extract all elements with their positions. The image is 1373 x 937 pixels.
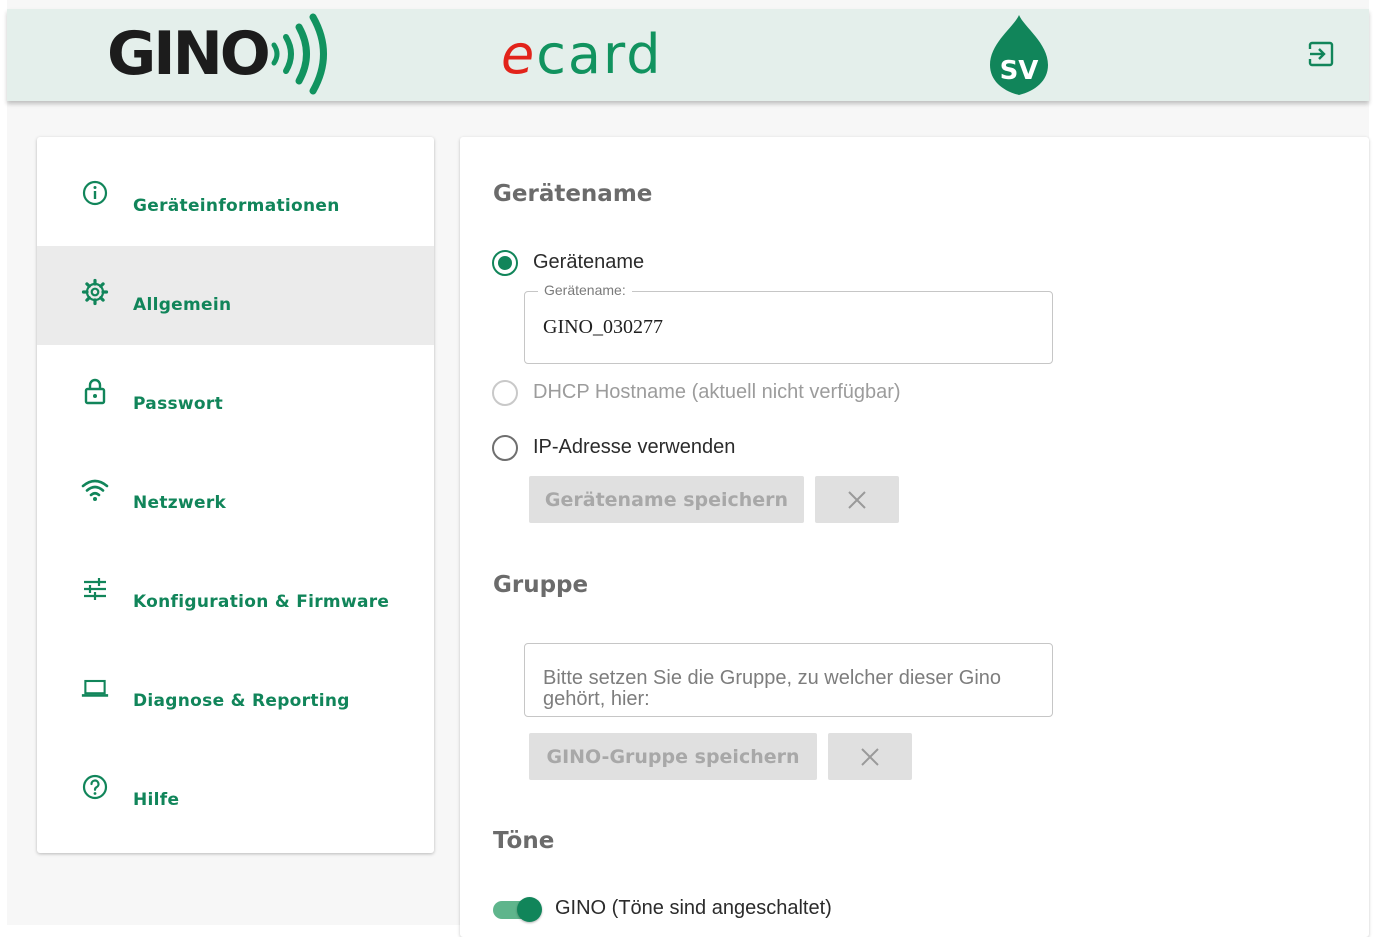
radio-label-ip-adresse: IP-Adresse verwenden bbox=[533, 436, 736, 458]
sidebar-item-hilfe[interactable]: Hilfe bbox=[37, 741, 434, 840]
sidebar-item-passwort[interactable]: Passwort bbox=[37, 345, 434, 444]
sidebar-item-label: Diagnose & Reporting bbox=[133, 691, 350, 711]
section-title-toene: Töne bbox=[493, 828, 555, 854]
sv-leaf-icon: SV bbox=[990, 15, 1048, 95]
sidebar: Geräteinformationen Allgemein Passwort N… bbox=[37, 137, 434, 853]
section-title-gruppe: Gruppe bbox=[493, 572, 589, 598]
signal-waves-icon bbox=[271, 13, 327, 95]
logout-button[interactable] bbox=[1306, 39, 1336, 69]
help-icon bbox=[81, 773, 109, 801]
gino-logo: GINO bbox=[107, 11, 338, 97]
sidebar-item-label: Geräteinformationen bbox=[133, 196, 340, 216]
sidebar-item-diagnose-reporting[interactable]: Diagnose & Reporting bbox=[37, 642, 434, 741]
geraetename-field-value: GINO_030277 bbox=[543, 316, 663, 338]
cancel-gruppe-button[interactable] bbox=[828, 733, 912, 780]
sidebar-item-konfiguration-firmware[interactable]: Konfiguration & Firmware bbox=[37, 543, 434, 642]
sidebar-item-label: Konfiguration & Firmware bbox=[133, 592, 390, 612]
radio-geraetename[interactable] bbox=[492, 250, 518, 276]
sidebar-item-label: Passwort bbox=[133, 394, 224, 414]
geraetename-field-legend: Gerätename: bbox=[538, 282, 632, 298]
ecard-logo: ecard bbox=[501, 23, 663, 86]
sv-logo-text: SV bbox=[1000, 56, 1039, 86]
sv-logo: SV bbox=[984, 13, 1054, 102]
sidebar-item-netzwerk[interactable]: Netzwerk bbox=[37, 444, 434, 543]
sidebar-item-label: Allgemein bbox=[133, 295, 232, 315]
section-title-geraetename: Gerätename bbox=[493, 181, 653, 207]
lock-icon bbox=[81, 377, 109, 405]
gear-icon bbox=[81, 278, 109, 306]
close-icon bbox=[848, 490, 866, 509]
gruppe-field[interactable]: Bitte setzen Sie die Gruppe, zu welcher … bbox=[524, 643, 1053, 717]
save-gruppe-button[interactable]: GINO-Gruppe speichern bbox=[529, 733, 817, 780]
sidebar-item-allgemein[interactable]: Allgemein bbox=[37, 246, 434, 345]
sidebar-item-label: Netzwerk bbox=[133, 493, 227, 513]
cancel-geraetename-button[interactable] bbox=[815, 476, 899, 523]
toggle-knob bbox=[517, 897, 542, 922]
laptop-icon bbox=[81, 674, 109, 702]
save-geraetename-button[interactable]: Gerätename speichern bbox=[529, 476, 804, 523]
radio-ip-adresse[interactable] bbox=[492, 435, 518, 461]
radio-dhcp-hostname bbox=[492, 380, 518, 406]
info-icon bbox=[81, 179, 109, 207]
toene-toggle-label: GINO (Töne sind angeschaltet) bbox=[555, 897, 832, 919]
sidebar-item-label: Hilfe bbox=[133, 790, 180, 810]
sidebar-item-geraeteinformationen[interactable]: Geräteinformationen bbox=[37, 147, 434, 246]
app-header: GINO ecard SV bbox=[7, 9, 1369, 101]
logout-icon bbox=[1308, 41, 1334, 67]
toene-toggle[interactable] bbox=[493, 897, 543, 922]
sliders-icon bbox=[81, 575, 109, 603]
ecard-logo-text: ecard bbox=[501, 23, 663, 86]
gruppe-field-placeholder: Bitte setzen Sie die Gruppe, zu welcher … bbox=[543, 667, 1002, 710]
close-icon bbox=[861, 747, 879, 766]
wifi-icon bbox=[81, 476, 109, 504]
geraetename-field[interactable]: Gerätename: GINO_030277 bbox=[524, 282, 1053, 364]
gino-logo-text: GINO bbox=[107, 19, 271, 89]
radio-label-geraetename: Gerätename bbox=[533, 251, 645, 273]
settings-card: Gerätename Gerätename Gerätename: GINO_0… bbox=[460, 137, 1369, 937]
radio-label-dhcp-hostname: DHCP Hostname (aktuell nicht verfügbar) bbox=[533, 381, 901, 403]
